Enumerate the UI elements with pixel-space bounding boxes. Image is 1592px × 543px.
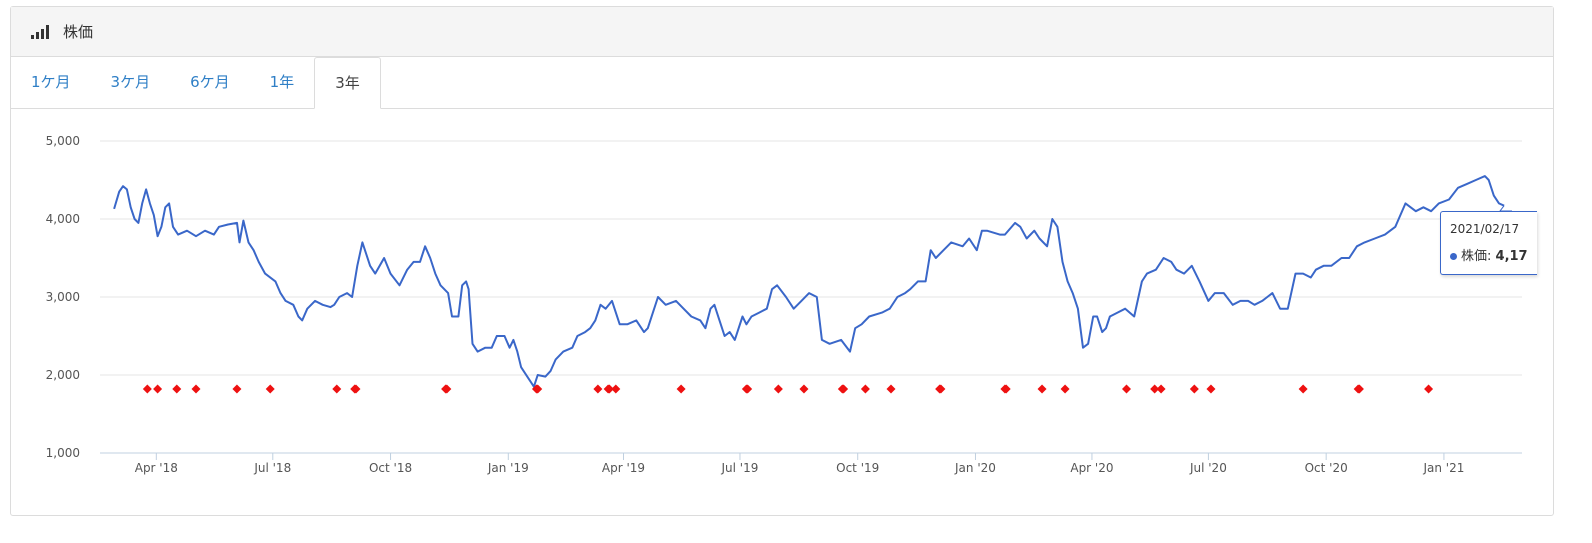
x-tick-label: Apr '18 bbox=[135, 461, 178, 475]
event-marker bbox=[1424, 384, 1434, 394]
chart-tooltip: 2021/02/17 株価: 4,17 bbox=[1440, 211, 1537, 275]
tooltip-date: 2021/02/17 bbox=[1450, 222, 1520, 236]
x-tick-label: Jan '20 bbox=[954, 461, 996, 475]
x-tick-label: Oct '20 bbox=[1305, 461, 1348, 475]
y-tick-label: 2,000 bbox=[46, 368, 80, 382]
x-tick-label: Oct '19 bbox=[836, 461, 879, 475]
y-tick-label: 5,000 bbox=[46, 134, 80, 148]
tooltip-series-label: 株価 bbox=[1461, 249, 1488, 264]
y-tick-label: 3,000 bbox=[46, 290, 80, 304]
tooltip-row: 株価: 4,17 bbox=[1450, 245, 1528, 264]
event-marker bbox=[1206, 384, 1216, 394]
event-marker bbox=[1298, 384, 1308, 394]
event-marker bbox=[1037, 384, 1047, 394]
tooltip-value: 4,17 bbox=[1495, 249, 1528, 264]
event-marker bbox=[1001, 384, 1011, 394]
x-tick-label: Jan '21 bbox=[1422, 461, 1464, 475]
event-marker bbox=[1122, 384, 1132, 394]
series-dot-icon bbox=[1450, 253, 1457, 260]
event-marker bbox=[265, 384, 275, 394]
event-marker bbox=[153, 384, 163, 394]
event-marker bbox=[593, 384, 603, 394]
x-tick-label: Jan '19 bbox=[487, 461, 529, 475]
x-tick-label: Apr '20 bbox=[1070, 461, 1113, 475]
y-tick-label: 1,000 bbox=[46, 446, 80, 460]
chart-area: 1,000 2,000 3,000 4,000 5,000 Apr '18 Jul '18 O… bbox=[0, 0, 1592, 543]
stock-price-chart[interactable]: 1,000 2,000 3,000 4,000 5,000 Apr '18 Jul '18 O… bbox=[0, 0, 1592, 543]
x-tick-label: Apr '19 bbox=[602, 461, 645, 475]
event-marker bbox=[1156, 384, 1166, 394]
x-tick-label: Oct '18 bbox=[369, 461, 412, 475]
event-marker bbox=[1189, 384, 1199, 394]
event-marker bbox=[743, 384, 753, 394]
event-marker bbox=[191, 384, 201, 394]
event-marker bbox=[773, 384, 783, 394]
event-marker bbox=[860, 384, 870, 394]
event-marker bbox=[839, 384, 849, 394]
tooltip-colon: : bbox=[1487, 249, 1496, 264]
event-marker bbox=[1354, 384, 1364, 394]
event-marker bbox=[172, 384, 182, 394]
event-marker bbox=[142, 384, 152, 394]
event-marker bbox=[351, 384, 361, 394]
event-marker bbox=[799, 384, 809, 394]
x-tick-label: Jul '20 bbox=[1189, 461, 1227, 475]
x-tick-label: Jul '19 bbox=[721, 461, 759, 475]
y-tick-label: 4,000 bbox=[46, 212, 80, 226]
event-marker bbox=[611, 384, 621, 394]
event-marker bbox=[676, 384, 686, 394]
event-marker bbox=[232, 384, 242, 394]
price-series-line bbox=[113, 175, 1505, 388]
x-tick-label: Jul '18 bbox=[253, 461, 291, 475]
event-marker bbox=[936, 384, 946, 394]
event-marker bbox=[1060, 384, 1070, 394]
event-marker bbox=[332, 384, 342, 394]
event-marker bbox=[886, 384, 896, 394]
event-marker bbox=[442, 384, 452, 394]
